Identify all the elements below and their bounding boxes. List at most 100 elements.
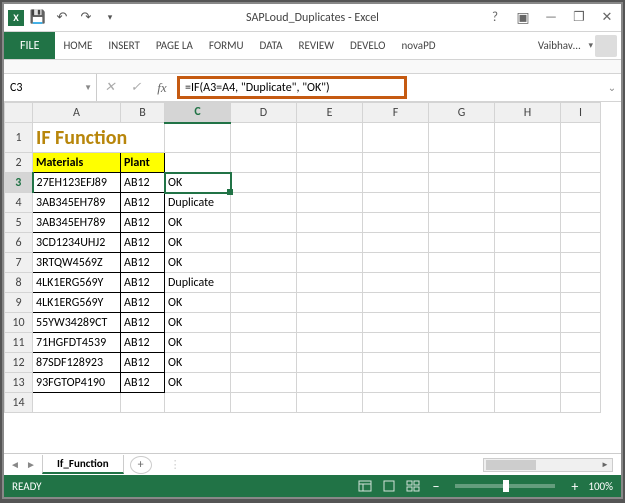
cell[interactable]	[561, 253, 601, 273]
cell[interactable]	[561, 393, 601, 413]
cell[interactable]: AB12	[121, 293, 165, 313]
sheet-nav-prev[interactable]: ◄	[8, 458, 22, 471]
tab-data[interactable]: DATA	[252, 32, 291, 59]
row-header-4[interactable]: 4	[5, 193, 33, 213]
ribbon-options-button[interactable]: ▣	[509, 6, 537, 30]
cell[interactable]	[495, 153, 561, 173]
col-header-I[interactable]: I	[561, 103, 601, 123]
cell[interactable]	[561, 373, 601, 393]
cell[interactable]	[363, 293, 429, 313]
col-header-H[interactable]: H	[495, 103, 561, 123]
cell[interactable]	[297, 193, 363, 213]
cell[interactable]: OK	[165, 333, 231, 353]
cell[interactable]	[561, 213, 601, 233]
cell[interactable]	[297, 233, 363, 253]
tab-novapd[interactable]: novaPD	[393, 32, 443, 59]
redo-button[interactable]: ↷	[76, 8, 96, 28]
zoom-out-button[interactable]: −	[428, 478, 443, 495]
row-header-11[interactable]: 11	[5, 333, 33, 353]
cell[interactable]	[231, 253, 297, 273]
cell[interactable]	[165, 393, 231, 413]
col-header-G[interactable]: G	[429, 103, 495, 123]
cell[interactable]	[561, 193, 601, 213]
help-button[interactable]: ?	[481, 6, 509, 30]
cell[interactable]	[297, 253, 363, 273]
qat-customize[interactable]: ▾	[100, 8, 120, 28]
cell[interactable]	[495, 233, 561, 253]
row-header-12[interactable]: 12	[5, 353, 33, 373]
cell[interactable]: AB12	[121, 173, 165, 193]
cell[interactable]	[33, 393, 121, 413]
cell[interactable]: Duplicate	[165, 193, 231, 213]
cell[interactable]: 71HGFDT4539	[33, 333, 121, 353]
tab-pagela[interactable]: PAGE LA	[148, 32, 201, 59]
cell[interactable]	[231, 213, 297, 233]
cell[interactable]: OK	[165, 313, 231, 333]
cell[interactable]	[363, 253, 429, 273]
cell[interactable]	[429, 333, 495, 353]
cell[interactable]	[429, 123, 495, 153]
cell[interactable]	[429, 193, 495, 213]
cell[interactable]	[231, 123, 297, 153]
cell[interactable]	[429, 353, 495, 373]
row-header-13[interactable]: 13	[5, 373, 33, 393]
cell[interactable]	[231, 273, 297, 293]
cell[interactable]	[231, 193, 297, 213]
cell[interactable]	[231, 233, 297, 253]
cell[interactable]	[561, 273, 601, 293]
cell[interactable]: OK	[165, 213, 231, 233]
zoom-in-button[interactable]: +	[567, 478, 582, 495]
tab-review[interactable]: REVIEW	[291, 32, 343, 59]
cell[interactable]	[495, 293, 561, 313]
cell[interactable]	[363, 233, 429, 253]
row-header-3[interactable]: 3	[5, 173, 33, 193]
cell[interactable]	[429, 293, 495, 313]
cell[interactable]	[363, 123, 429, 153]
select-all-corner[interactable]	[5, 103, 33, 123]
restore-button[interactable]: ❐	[565, 6, 593, 30]
cell[interactable]	[561, 233, 601, 253]
sheet-nav-next[interactable]: ►	[24, 458, 38, 471]
cell[interactable]: OK	[165, 253, 231, 273]
save-button[interactable]: 💾	[28, 8, 48, 28]
cell[interactable]	[561, 123, 601, 153]
cell[interactable]	[429, 373, 495, 393]
cell[interactable]	[121, 393, 165, 413]
cell[interactable]	[297, 333, 363, 353]
cell[interactable]: AB12	[121, 193, 165, 213]
cell[interactable]	[231, 173, 297, 193]
cell[interactable]	[231, 353, 297, 373]
cell[interactable]: AB12	[121, 333, 165, 353]
cell[interactable]	[165, 123, 231, 153]
formula-expand-button[interactable]: ⌄	[603, 81, 621, 94]
cell[interactable]	[297, 153, 363, 173]
cell[interactable]: AB12	[121, 273, 165, 293]
page-layout-view-button[interactable]	[380, 478, 398, 494]
cell[interactable]	[429, 253, 495, 273]
cell[interactable]	[363, 273, 429, 293]
row-header-7[interactable]: 7	[5, 253, 33, 273]
cell[interactable]	[561, 173, 601, 193]
minimize-button[interactable]: —	[537, 6, 565, 30]
cell[interactable]	[495, 353, 561, 373]
cell[interactable]	[165, 153, 231, 173]
cell[interactable]	[495, 193, 561, 213]
add-sheet-button[interactable]: +	[130, 456, 152, 474]
cell[interactable]: AB12	[121, 253, 165, 273]
cell[interactable]	[231, 313, 297, 333]
cell[interactable]	[429, 393, 495, 413]
cell[interactable]	[495, 253, 561, 273]
cell[interactable]: AB12	[121, 373, 165, 393]
row-header-10[interactable]: 10	[5, 313, 33, 333]
tab-formu[interactable]: FORMU	[201, 32, 252, 59]
cell[interactable]: 4LK1ERG569Y	[33, 293, 121, 313]
cell[interactable]	[297, 173, 363, 193]
cell[interactable]	[363, 313, 429, 333]
cell[interactable]	[429, 233, 495, 253]
cell[interactable]	[561, 293, 601, 313]
cell[interactable]	[363, 333, 429, 353]
spreadsheet-grid[interactable]: ABCDEFGHI1IF Function2MaterialsPlant327E…	[4, 102, 621, 453]
cell[interactable]	[363, 393, 429, 413]
file-tab[interactable]: FILE	[4, 32, 55, 59]
row-header-9[interactable]: 9	[5, 293, 33, 313]
